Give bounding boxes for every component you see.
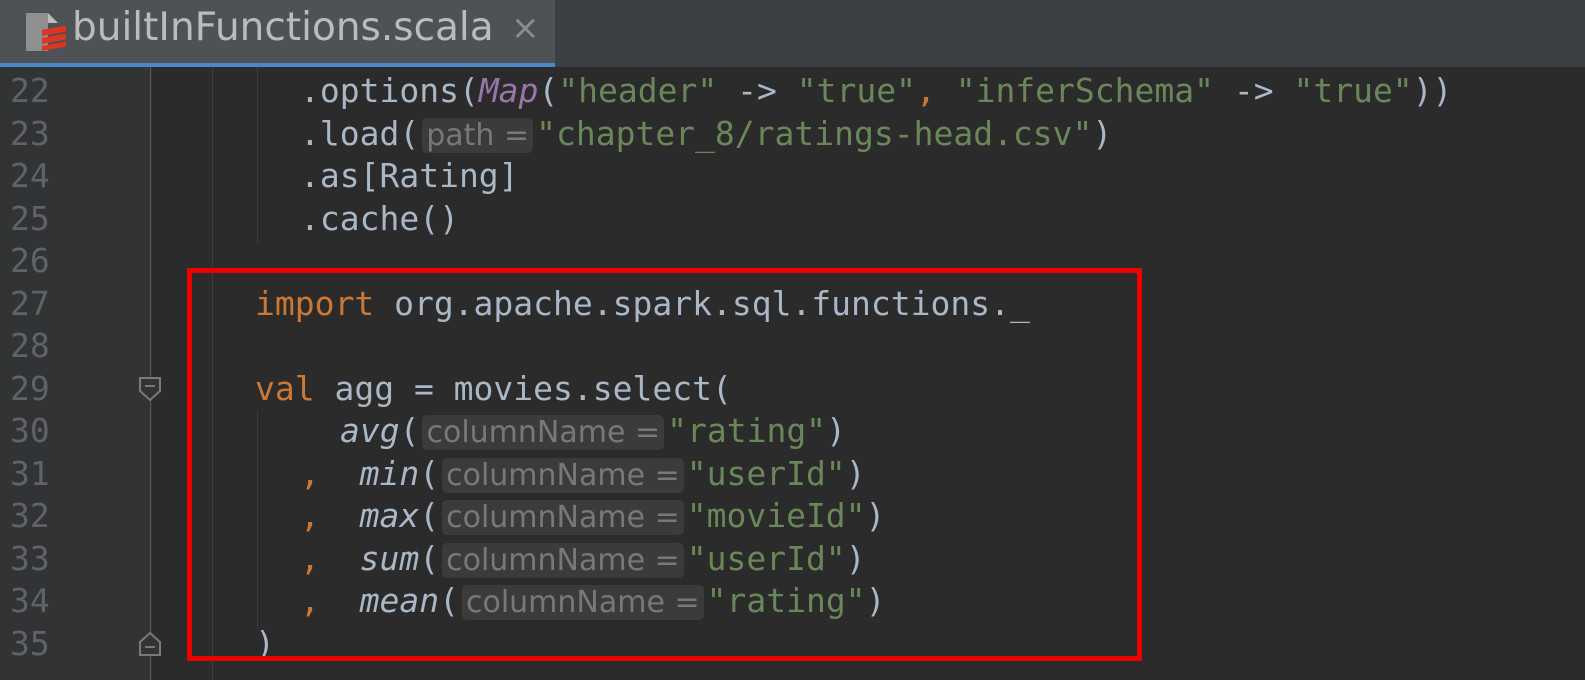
code-token: ) [1092,114,1113,153]
line-number: 35 [10,624,50,663]
line-number: 33 [10,539,50,578]
code-line-25[interactable]: .cache() [300,197,459,240]
close-icon[interactable]: × [511,8,540,48]
line-number: 28 [10,326,50,365]
code-token: )) [1412,71,1453,110]
line-number: 24 [10,156,50,195]
code-token: .load( [300,114,420,153]
parameter-hint: path = [422,118,534,153]
line-number: 32 [10,496,50,535]
code-token: .options( [300,71,479,110]
map-keyword: Map [478,71,539,110]
gutter-divider [150,67,151,680]
string-literal: "chapter_8/ratings-head.csv" [536,114,1093,153]
comma: , [915,71,956,110]
tab-title: builtInFunctions.scala [72,5,494,50]
highlight-box [187,268,1142,661]
string-literal: "true" [1293,71,1413,110]
string-literal: "inferSchema" [955,71,1214,110]
code-token: -> [1213,71,1294,110]
line-number: 23 [10,114,50,153]
line-number: 22 [10,71,50,110]
code-line-22[interactable]: .options(Map("header" -> "true", "inferS… [300,69,1452,112]
line-number: 31 [10,454,50,493]
fold-collapse-icon[interactable] [139,377,161,401]
string-literal: "true" [796,71,916,110]
string-literal: "header" [558,71,718,110]
line-number: 34 [10,581,50,620]
fold-end-icon[interactable] [139,632,161,656]
line-number: 26 [10,241,50,280]
code-token: .cache() [300,199,459,238]
tab-builtinfunctions[interactable]: builtInFunctions.scala × [0,0,555,67]
line-number: 29 [10,369,50,408]
code-line-23[interactable]: .load(path = "chapter_8/ratings-head.csv"… [300,112,1112,157]
code-token: ( [538,71,559,110]
line-number: 25 [10,199,50,238]
line-number: 30 [10,411,50,450]
indent-guide [257,67,258,242]
code-line-24[interactable]: .as[Rating] [300,154,519,197]
line-number: 27 [10,284,50,323]
code-token: -> [717,71,797,110]
code-token: .as[Rating] [300,156,519,195]
editor-tab-bar: builtInFunctions.scala × [0,0,1585,67]
scala-file-icon [26,13,66,51]
